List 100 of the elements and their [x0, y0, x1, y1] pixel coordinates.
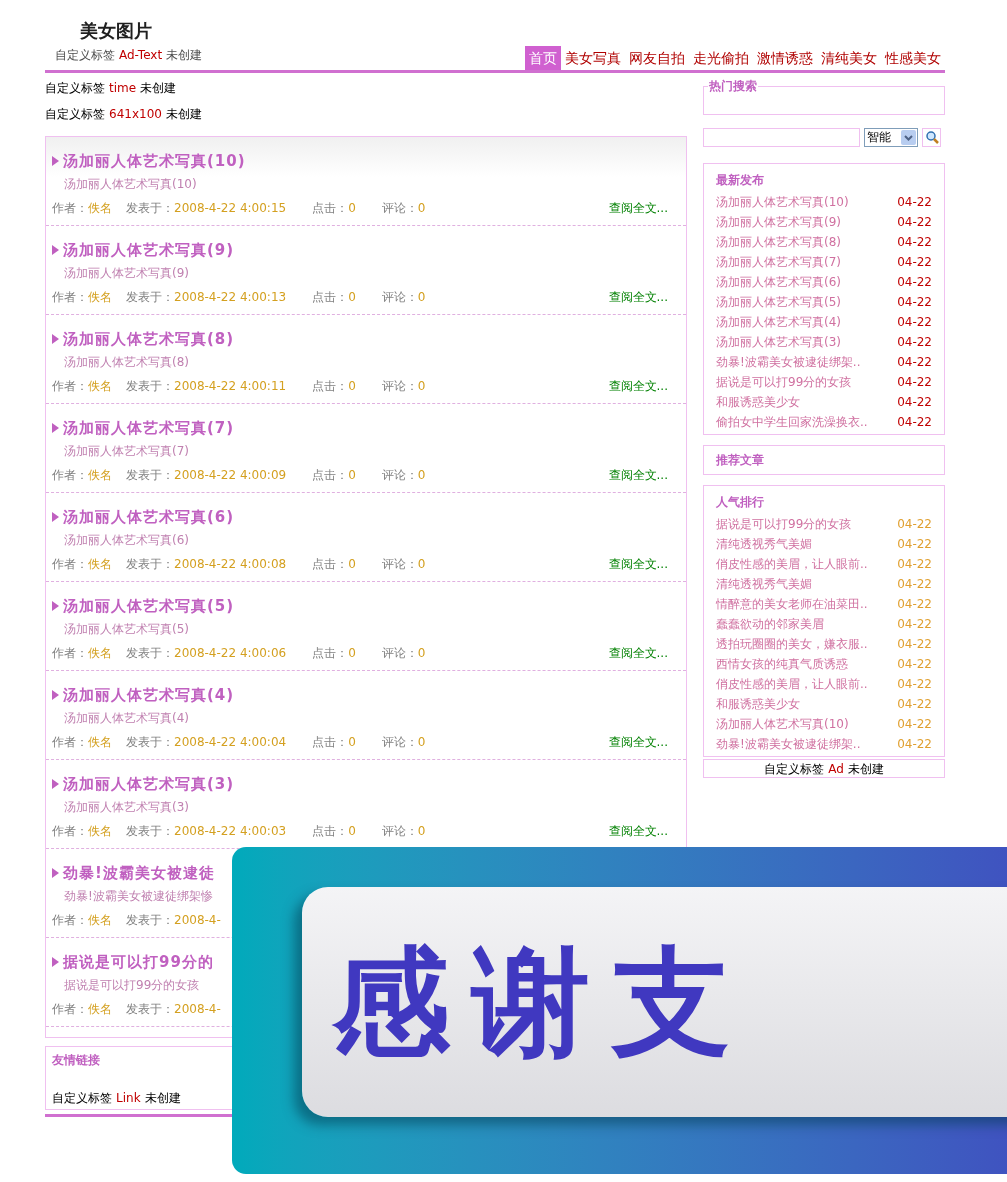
author-name: 佚名: [88, 645, 112, 662]
tag-status: 未创建: [847, 760, 884, 778]
read-more-link[interactable]: 查阅全文...: [608, 377, 668, 395]
meta-label: 点击：: [312, 823, 349, 840]
tag-name: Ad: [828, 760, 844, 778]
nav-tab[interactable]: 首页: [525, 46, 561, 70]
post-date: 2008-4-22 4:00:06: [174, 645, 287, 662]
author-name: 佚名: [88, 556, 112, 573]
article-date: 04-22: [897, 636, 932, 653]
nav-tab[interactable]: 激情诱惑: [753, 46, 817, 70]
article-link[interactable]: 汤加丽人体艺术写真(4): [716, 313, 841, 331]
author-name: 佚名: [88, 1001, 112, 1018]
article-date: 04-22: [897, 354, 932, 371]
author-name: 佚名: [88, 823, 112, 840]
article-link[interactable]: 汤加丽人体艺术写真(10): [716, 715, 849, 733]
article-link[interactable]: 据说是可以打99分的女孩: [716, 515, 852, 533]
search-type-select[interactable]: 智能: [864, 127, 918, 147]
meta-label: 作者：: [52, 1001, 88, 1018]
article-date: 04-22: [897, 274, 932, 291]
meta-label: 作者：: [52, 734, 88, 751]
meta-label: 作者：: [52, 289, 88, 306]
article-link[interactable]: 和服诱惑美少女: [716, 393, 800, 411]
article-link[interactable]: 清纯透视秀气美媚: [716, 575, 812, 593]
hit-count: 0: [348, 556, 356, 573]
article-date: 04-22: [897, 596, 932, 613]
post-date: 2008-4-22 4:00:09: [174, 467, 287, 484]
article-link[interactable]: 情醉意的美女老师在油菜田..: [716, 595, 868, 613]
triangle-icon: [52, 868, 59, 878]
read-more-link[interactable]: 查阅全文...: [608, 822, 668, 840]
post-title[interactable]: 汤加丽人体艺术写真(6): [63, 505, 235, 529]
article-date: 04-22: [897, 414, 932, 431]
meta-label: 点击：: [312, 200, 349, 217]
hit-count: 0: [348, 200, 356, 217]
article-date: 04-22: [897, 616, 932, 633]
triangle-icon: [52, 957, 59, 967]
search-button[interactable]: [922, 127, 941, 147]
post-title[interactable]: 汤加丽人体艺术写真(8): [63, 327, 235, 351]
post-title[interactable]: 汤加丽人体艺术写真(9): [63, 238, 235, 262]
post-summary: 据说是可以打99分的女孩: [64, 977, 201, 992]
author-name: 佚名: [88, 289, 112, 306]
article-link[interactable]: 劲暴!波霸美女被逮徒绑架..: [716, 353, 861, 371]
post-title[interactable]: 汤加丽人体艺术写真(10): [63, 149, 246, 173]
article-link[interactable]: 汤加丽人体艺术写真(3): [716, 333, 841, 351]
hit-count: 0: [348, 734, 356, 751]
hit-count: 0: [348, 378, 356, 395]
nav-tab[interactable]: 网友自拍: [625, 46, 689, 70]
read-more-link[interactable]: 查阅全文...: [608, 199, 668, 217]
article-link[interactable]: 汤加丽人体艺术写真(5): [716, 293, 841, 311]
article-link[interactable]: 汤加丽人体艺术写真(8): [716, 233, 841, 251]
site-logo[interactable]: 美女图片: [80, 17, 203, 44]
post-title[interactable]: 据说是可以打99分的: [63, 950, 214, 974]
post-title[interactable]: 劲暴!波霸美女被逮徒: [63, 861, 215, 885]
article-link[interactable]: 清纯透视秀气美媚: [716, 535, 812, 553]
article-link[interactable]: 蠢蠢欲动的邻家美眉: [716, 615, 824, 633]
post-title[interactable]: 汤加丽人体艺术写真(7): [63, 416, 235, 440]
article-link[interactable]: 透拍玩圈圈的美女，嫌衣服..: [716, 635, 868, 653]
read-more-link[interactable]: 查阅全文...: [608, 555, 668, 573]
triangle-icon: [52, 423, 59, 433]
article-link[interactable]: 据说是可以打99分的女孩: [716, 373, 852, 391]
hit-count: 0: [348, 645, 356, 662]
nav-tab[interactable]: 走光偷拍: [689, 46, 753, 70]
article-link[interactable]: 汤加丽人体艺术写真(9): [716, 213, 841, 231]
post-title[interactable]: 汤加丽人体艺术写真(4): [63, 683, 235, 707]
read-more-link[interactable]: 查阅全文...: [608, 288, 668, 306]
post-summary: 汤加丽人体艺术写真(7): [64, 443, 190, 458]
post-title[interactable]: 汤加丽人体艺术写真(3): [63, 772, 235, 796]
article-date: 04-22: [897, 656, 932, 673]
article-link[interactable]: 西情女孩的纯真气质诱惑: [716, 655, 848, 673]
post-date: 2008-4-: [174, 1001, 221, 1018]
meta-label: 发表于：: [126, 823, 174, 840]
author-name: 佚名: [88, 912, 112, 929]
read-more-link[interactable]: 查阅全文...: [608, 733, 668, 751]
article-link[interactable]: 和服诱惑美少女: [716, 695, 800, 713]
comment-count: 0: [417, 645, 426, 662]
nav-tab[interactable]: 美女写真: [561, 46, 625, 70]
author-name: 佚名: [88, 734, 112, 751]
nav-tab[interactable]: 清纯美女: [817, 46, 881, 70]
meta-label: 发表于：: [126, 1001, 174, 1018]
search-icon: [924, 130, 939, 144]
meta-label: 点击：: [312, 467, 349, 484]
read-more-link[interactable]: 查阅全文...: [608, 466, 668, 484]
article-date: 04-22: [897, 254, 932, 271]
article-link[interactable]: 汤加丽人体艺术写真(7): [716, 253, 841, 271]
article-date: 04-22: [897, 676, 932, 693]
article-link[interactable]: 劲暴!波霸美女被逮徒绑架..: [716, 735, 861, 753]
article-link[interactable]: 俏皮性感的美眉，让人眼前..: [716, 555, 868, 573]
article-date: 04-22: [897, 556, 932, 573]
post-summary: 汤加丽人体艺术写真(5): [64, 621, 190, 636]
search-field[interactable]: [703, 127, 860, 147]
article-link[interactable]: 偷拍女中学生回家洗澡换衣..: [716, 413, 868, 431]
triangle-icon: [52, 334, 59, 344]
nav-tab[interactable]: 性感美女: [881, 46, 945, 70]
read-more-link[interactable]: 查阅全文...: [608, 644, 668, 662]
article-link[interactable]: 汤加丽人体艺术写真(10): [716, 193, 849, 211]
post-title[interactable]: 汤加丽人体艺术写真(5): [63, 594, 235, 618]
article-link[interactable]: 俏皮性感的美眉，让人眼前..: [716, 675, 868, 693]
panel-title: 友情链接: [52, 1052, 101, 1069]
meta-label: 评论：: [381, 200, 418, 217]
article-link[interactable]: 汤加丽人体艺术写真(6): [716, 273, 841, 291]
meta-label: 发表于：: [126, 200, 174, 217]
